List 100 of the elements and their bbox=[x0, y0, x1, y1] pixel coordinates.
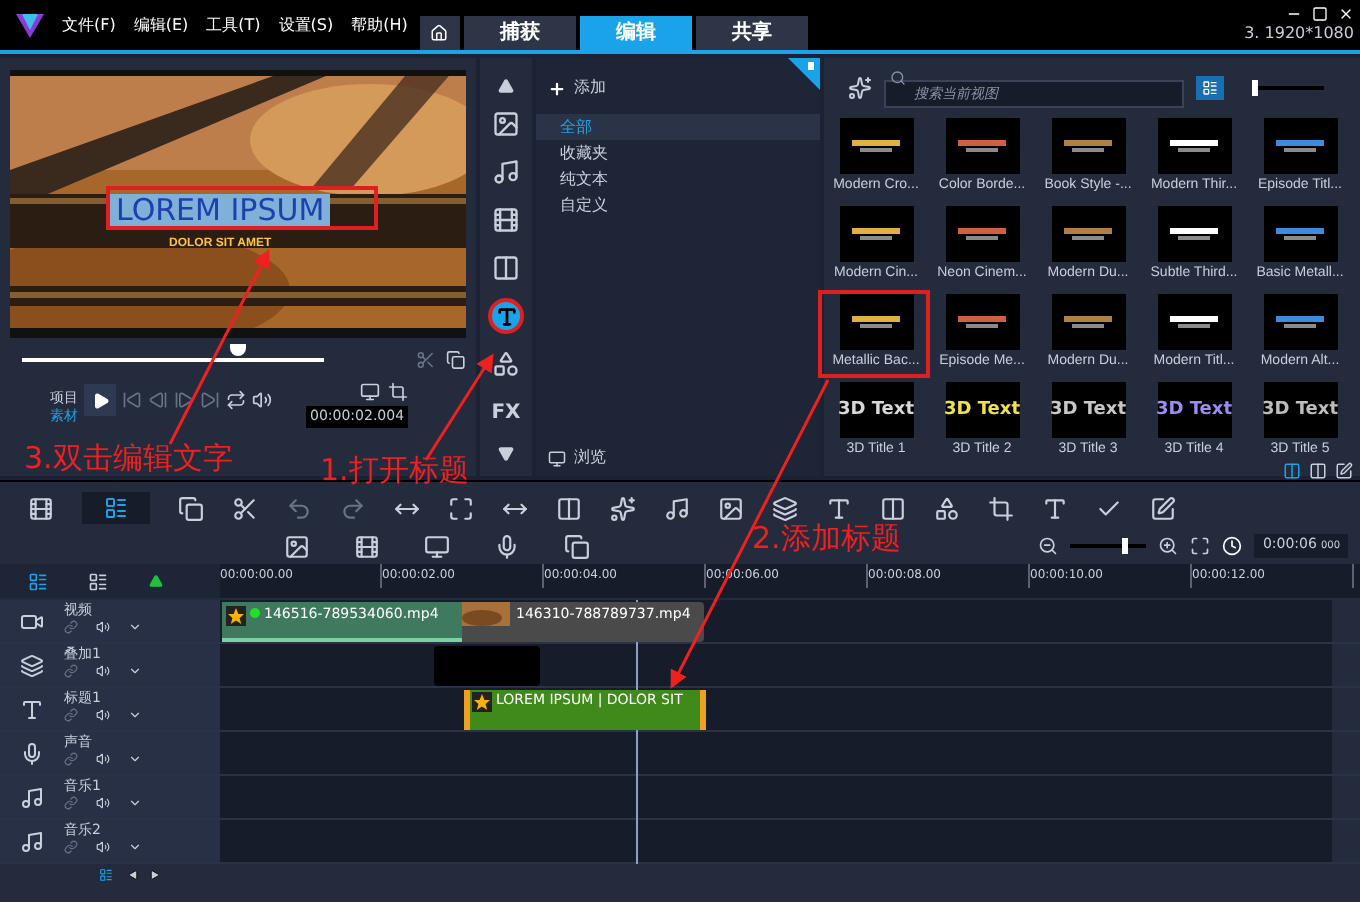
scroll-up-icon[interactable] bbox=[496, 78, 516, 94]
scissors-icon[interactable] bbox=[415, 350, 435, 370]
overlay-clip[interactable] bbox=[434, 646, 540, 686]
size-handle[interactable] bbox=[1252, 80, 1259, 96]
expand-icon[interactable] bbox=[128, 708, 142, 722]
repeat-icon[interactable] bbox=[226, 390, 246, 410]
library-tool-button[interactable] bbox=[488, 154, 524, 190]
grid-icon[interactable] bbox=[880, 495, 906, 521]
scroll-left-icon[interactable] bbox=[128, 870, 138, 880]
timeline-view-button[interactable] bbox=[82, 492, 150, 524]
expand-icon[interactable] bbox=[128, 664, 142, 678]
motion-icon[interactable] bbox=[934, 495, 960, 521]
link-icon[interactable] bbox=[64, 840, 78, 854]
fit-project-icon[interactable] bbox=[1190, 536, 1211, 556]
menu-item[interactable]: 设置(S) bbox=[278, 13, 334, 37]
folder-view-icon[interactable] bbox=[1282, 462, 1302, 480]
marker-icon[interactable] bbox=[148, 574, 164, 588]
expand-icon[interactable] bbox=[128, 796, 142, 810]
zoom-in-icon[interactable] bbox=[1158, 536, 1179, 556]
export-icon[interactable] bbox=[564, 533, 590, 559]
volume-icon[interactable] bbox=[96, 620, 110, 634]
track-icon[interactable] bbox=[556, 495, 582, 521]
library-tool-button[interactable]: FX bbox=[488, 394, 524, 430]
step-forward-icon[interactable] bbox=[174, 390, 194, 410]
snapshot-icon[interactable] bbox=[284, 533, 310, 559]
maximize-icon[interactable] bbox=[1312, 6, 1328, 22]
menu-item[interactable]: 工具(T) bbox=[206, 13, 261, 37]
volume-icon[interactable] bbox=[96, 752, 110, 766]
link-icon[interactable] bbox=[64, 620, 78, 634]
effects-icon[interactable] bbox=[610, 495, 636, 521]
gif-icon[interactable] bbox=[354, 533, 380, 559]
pin-corner-icon[interactable] bbox=[788, 58, 820, 90]
step-back-icon[interactable] bbox=[148, 390, 168, 410]
storyboard-view-icon[interactable] bbox=[28, 495, 54, 521]
play-button[interactable] bbox=[84, 384, 116, 416]
category-item[interactable]: 自定义 bbox=[536, 192, 820, 218]
title-text[interactable]: LOREM IPSUM bbox=[110, 194, 331, 228]
split-view-icon[interactable] bbox=[1308, 462, 1328, 480]
edit-icon[interactable] bbox=[1334, 462, 1354, 480]
link-icon[interactable] bbox=[64, 796, 78, 810]
library-tool-button[interactable] bbox=[488, 250, 524, 286]
menu-item[interactable]: 帮助(H) bbox=[351, 13, 408, 37]
mode-tab[interactable]: 共享 bbox=[695, 16, 808, 50]
view-mode-button[interactable] bbox=[1196, 76, 1224, 100]
transition-icon bbox=[492, 254, 520, 282]
link-icon[interactable] bbox=[64, 752, 78, 766]
link-icon[interactable] bbox=[64, 664, 78, 678]
monitor-icon[interactable] bbox=[360, 382, 381, 402]
skip-back-icon[interactable] bbox=[122, 390, 142, 410]
browse-button[interactable]: 浏览 bbox=[548, 446, 606, 470]
copy-icon[interactable] bbox=[178, 495, 204, 521]
category-item[interactable]: 纯文本 bbox=[536, 166, 820, 192]
close-icon[interactable] bbox=[1338, 6, 1354, 22]
audio-mix-icon[interactable] bbox=[664, 495, 690, 521]
library-tool-button[interactable] bbox=[488, 346, 524, 382]
text-3d-icon[interactable] bbox=[1042, 495, 1068, 521]
zoom-handle[interactable] bbox=[1121, 538, 1128, 554]
volume-icon[interactable] bbox=[96, 840, 110, 854]
volume-icon[interactable] bbox=[96, 708, 110, 722]
volume-icon[interactable] bbox=[96, 796, 110, 810]
library-tool-button[interactable] bbox=[488, 106, 524, 142]
fullscreen-icon[interactable] bbox=[448, 495, 474, 521]
record-icon[interactable] bbox=[494, 533, 520, 559]
redo-icon[interactable] bbox=[340, 495, 366, 521]
track-manager-icon[interactable] bbox=[28, 571, 48, 591]
crop-icon[interactable] bbox=[388, 382, 409, 402]
image-icon[interactable] bbox=[718, 495, 744, 521]
menu-item[interactable]: 编辑(E) bbox=[133, 13, 189, 37]
volume-icon[interactable] bbox=[252, 390, 272, 410]
thumbnail-text: 3D Text bbox=[1261, 401, 1339, 419]
scrub-handle[interactable] bbox=[230, 344, 247, 356]
expand-icon[interactable] bbox=[128, 840, 142, 854]
library-tool-button[interactable] bbox=[488, 202, 524, 238]
annotation-text: 3.双击编辑文字 bbox=[24, 440, 233, 476]
chapter-icon[interactable] bbox=[88, 571, 108, 591]
screen-record-icon[interactable] bbox=[424, 533, 450, 559]
scroll-right-icon[interactable] bbox=[150, 870, 160, 880]
tracks-icon[interactable] bbox=[96, 868, 116, 882]
link-icon[interactable] bbox=[64, 708, 78, 722]
text-icon[interactable] bbox=[826, 495, 852, 521]
add-button[interactable]: 添加 bbox=[548, 74, 606, 102]
copy-icon[interactable] bbox=[446, 350, 467, 370]
scroll-down-icon[interactable] bbox=[496, 446, 516, 462]
expand-icon[interactable] bbox=[128, 752, 142, 766]
undo-icon[interactable] bbox=[286, 495, 312, 521]
layers-icon[interactable] bbox=[772, 495, 798, 521]
library-tool-button[interactable] bbox=[488, 298, 524, 334]
edit-icon[interactable] bbox=[1150, 495, 1176, 521]
volume-icon[interactable] bbox=[96, 664, 110, 678]
mode-tab[interactable]: 捕获 bbox=[463, 16, 576, 50]
category-item[interactable]: 全部 bbox=[536, 114, 820, 140]
mask-icon[interactable] bbox=[988, 495, 1014, 521]
check-icon[interactable] bbox=[1096, 495, 1122, 521]
expand-icon[interactable] bbox=[128, 620, 142, 634]
home-tab[interactable] bbox=[419, 16, 460, 50]
favorites-add-icon[interactable] bbox=[848, 76, 872, 100]
menu-item[interactable]: 文件(F) bbox=[62, 13, 116, 37]
category-item[interactable]: 收藏夹 bbox=[536, 140, 820, 166]
split-icon[interactable] bbox=[232, 495, 258, 521]
zoom-out-icon[interactable] bbox=[1038, 536, 1059, 556]
